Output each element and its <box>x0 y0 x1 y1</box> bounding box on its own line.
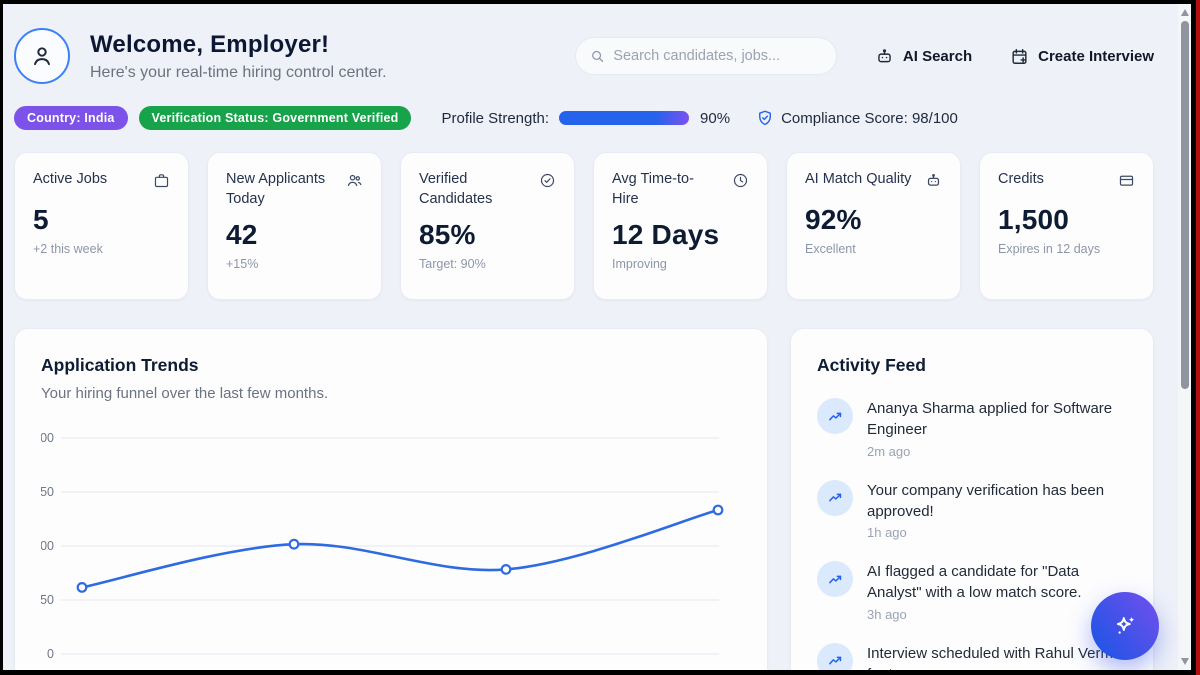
stat-value: 5 <box>33 204 170 236</box>
credit-card-icon <box>1118 172 1135 194</box>
activity-feed-list: Ananya Sharma applied for Software Engin… <box>817 398 1127 670</box>
screenshot-frame: Welcome, Employer! Here's your real-time… <box>0 0 1200 675</box>
application-trends-chart: 0 150 300 450 600 <box>41 424 731 669</box>
ai-assistant-fab[interactable] <box>1091 592 1159 660</box>
data-point-marker <box>502 565 511 574</box>
stat-card-avg-time-to-hire: Avg Time-to-Hire 12 Days Improving <box>593 152 768 300</box>
stat-card-new-applicants-today: New Applicants Today 42 +15% <box>207 152 382 300</box>
page-subtitle: Here's your real-time hiring control cen… <box>90 64 575 82</box>
activity-text: AI flagged a candidate for "Data Analyst… <box>867 561 1127 604</box>
briefcase-icon <box>153 172 170 194</box>
profile-strength-label: Profile Strength: <box>441 110 549 127</box>
vertical-scrollbar[interactable] <box>1178 4 1191 670</box>
stat-value: 85% <box>419 219 556 251</box>
stat-label: Credits <box>998 170 1044 190</box>
stat-label: Active Jobs <box>33 170 107 190</box>
activity-feed-title: Activity Feed <box>817 355 1127 376</box>
clock-icon <box>732 172 749 194</box>
stat-label: AI Match Quality <box>805 170 911 190</box>
chart-subtitle: Your hiring funnel over the last few mon… <box>41 385 741 402</box>
trending-up-icon <box>817 561 853 597</box>
trending-up-icon <box>817 643 853 670</box>
profile-strength-percent: 90% <box>700 110 730 127</box>
search-bar <box>575 37 837 75</box>
compliance-score-label: Compliance Score: 98/100 <box>781 110 958 127</box>
scrollbar-thumb[interactable] <box>1181 21 1189 389</box>
trending-up-icon <box>817 398 853 434</box>
activity-text: Ananya Sharma applied for Software Engin… <box>867 398 1127 441</box>
avatar[interactable] <box>14 28 70 84</box>
stat-label: Verified Candidates <box>419 170 526 209</box>
application-trends-card: Application Trends Your hiring funnel ov… <box>14 328 768 670</box>
trend-line <box>82 510 718 587</box>
status-bar: Country: India Verification Status: Gove… <box>14 106 1154 130</box>
page-title: Welcome, Employer! <box>90 31 575 59</box>
chart-title: Application Trends <box>41 355 741 376</box>
stat-value: 12 Days <box>612 219 749 251</box>
data-point-marker <box>78 583 87 592</box>
stat-caption: Expires in 12 days <box>998 242 1135 256</box>
activity-feed-item: Your company verification has been appro… <box>817 480 1127 541</box>
topbar: Welcome, Employer! Here's your real-time… <box>14 28 1154 84</box>
ai-search-button[interactable]: AI Search <box>875 47 972 66</box>
activity-text: Interview scheduled with Rahul Verma for… <box>867 643 1127 670</box>
bot-icon <box>875 47 894 66</box>
country-badge: Country: India <box>14 106 128 130</box>
screen-right-edge-marker <box>1196 0 1200 675</box>
y-axis-tick-label: 300 <box>41 539 54 553</box>
stat-value: 42 <box>226 219 363 251</box>
stat-caption: +2 this week <box>33 242 170 256</box>
search-icon <box>590 48 604 64</box>
stat-caption: +15% <box>226 257 363 271</box>
activity-time: 1h ago <box>867 525 1127 540</box>
y-axis-tick-label: 600 <box>41 431 54 445</box>
ai-search-label: AI Search <box>903 48 972 65</box>
stat-value: 1,500 <box>998 204 1135 236</box>
shield-check-icon <box>756 109 774 127</box>
y-axis-tick-label: 0 <box>47 647 54 661</box>
compliance-score: Compliance Score: 98/100 <box>756 109 958 127</box>
data-point-marker <box>290 540 299 549</box>
user-icon <box>29 43 55 69</box>
users-icon <box>346 172 363 194</box>
create-interview-button[interactable]: Create Interview <box>1010 47 1154 66</box>
stats-grid: Active Jobs 5 +2 this week New Applicants T… <box>14 152 1154 300</box>
activity-time: 3h ago <box>867 607 1127 622</box>
data-point-marker <box>714 506 723 515</box>
y-axis-tick-label: 450 <box>41 485 54 499</box>
stat-label: Avg Time-to-Hire <box>612 170 719 209</box>
scroll-up-arrow-icon[interactable] <box>1181 9 1189 16</box>
check-circle-icon <box>539 172 556 194</box>
stat-caption: Target: 90% <box>419 257 556 271</box>
activity-time: 2m ago <box>867 444 1127 459</box>
scroll-down-arrow-icon[interactable] <box>1181 658 1189 665</box>
stat-card-active-jobs: Active Jobs 5 +2 this week <box>14 152 189 300</box>
stat-caption: Improving <box>612 257 749 271</box>
bot-icon <box>925 172 942 194</box>
profile-strength-bar <box>559 111 689 125</box>
trending-up-icon <box>817 480 853 516</box>
stat-card-ai-match-quality: AI Match Quality 92% Excellent <box>786 152 961 300</box>
stat-card-verified-candidates: Verified Candidates 85% Target: 90% <box>400 152 575 300</box>
stat-card-credits: Credits 1,500 Expires in 12 days <box>979 152 1154 300</box>
verification-badge: Verification Status: Government Verified <box>139 106 412 130</box>
create-interview-label: Create Interview <box>1038 48 1154 65</box>
calendar-plus-icon <box>1010 47 1029 66</box>
activity-text: Your company verification has been appro… <box>867 480 1127 523</box>
sparkles-icon <box>1111 612 1139 640</box>
stat-label: New Applicants Today <box>226 170 333 209</box>
activity-feed-item: Interview scheduled with Rahul Verma for… <box>817 643 1127 670</box>
stat-caption: Excellent <box>805 242 942 256</box>
y-axis-tick-label: 150 <box>41 593 54 607</box>
dashboard-screen: Welcome, Employer! Here's your real-time… <box>3 4 1191 670</box>
search-input[interactable] <box>613 48 822 64</box>
stat-value: 92% <box>805 204 942 236</box>
activity-feed-item: Ananya Sharma applied for Software Engin… <box>817 398 1127 459</box>
activity-feed-item: AI flagged a candidate for "Data Analyst… <box>817 561 1127 622</box>
